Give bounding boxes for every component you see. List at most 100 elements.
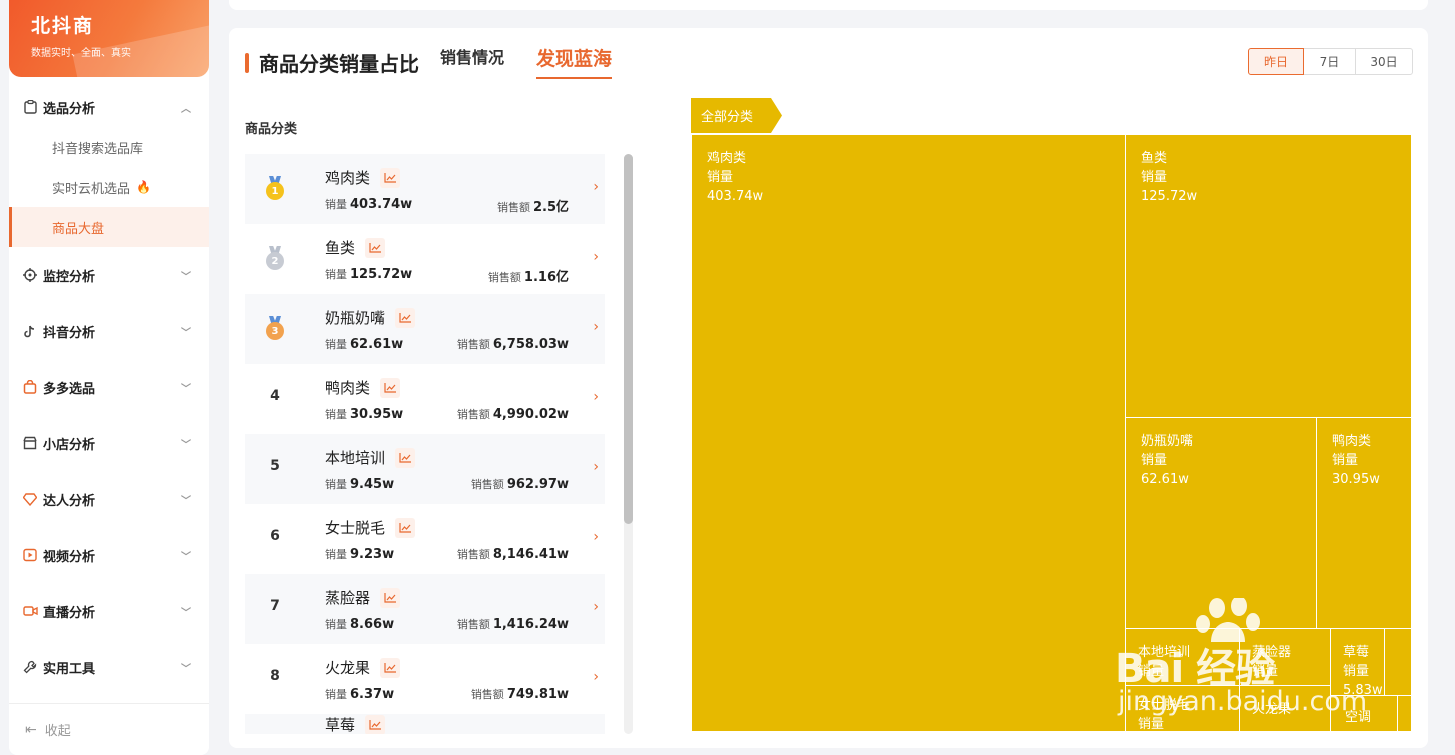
nav-group-tools[interactable]: 实用工具 ﹀ [9, 639, 209, 695]
rank-number: 4 [270, 388, 280, 404]
chevron-right-icon[interactable]: › [593, 319, 599, 335]
chevron-right-icon[interactable]: › [593, 389, 599, 405]
nav-group-duoduo[interactable]: 多多选品 ﹀ [9, 359, 209, 415]
nav-group-label: 小店分析 [43, 437, 96, 453]
sales-volume: 销量 6.37w [325, 687, 395, 702]
treemap-cell[interactable]: 草莓 销量 5.83w [1330, 628, 1385, 696]
rank-number: 6 [270, 528, 280, 544]
card-title: 商品分类销量占比 [245, 48, 419, 77]
nav-group-label: 多多选品 [43, 381, 96, 397]
gold-medal-icon: 1 [266, 176, 284, 200]
chevron-right-icon[interactable]: › [593, 459, 599, 475]
trend-chart-icon[interactable] [365, 237, 386, 258]
treemap-cell[interactable]: 鸡肉类 销量 403.74w [691, 134, 1126, 732]
scrollbar-thumb[interactable] [624, 154, 633, 524]
card-title-text: 商品分类销量占比 [259, 52, 419, 76]
silver-medal-icon: 2 [266, 246, 284, 270]
chevron-right-icon[interactable]: › [593, 599, 599, 615]
list-item[interactable]: 3 奶瓶奶嘴 销量 62.61w 销售额 6,758.03w › [245, 294, 605, 364]
collapse-button[interactable]: ⇤ 收起 [9, 703, 209, 755]
trend-chart-icon[interactable] [380, 587, 401, 608]
rank-number: 8 [270, 668, 280, 684]
treemap-cell[interactable]: 女士脱毛 销量 [1125, 685, 1240, 732]
shopping-bag-icon [22, 379, 38, 395]
list-scrollbar[interactable] [624, 154, 633, 734]
chevron-right-icon[interactable]: › [593, 179, 599, 195]
list-item[interactable]: 草莓 [245, 714, 605, 734]
chevron-right-icon[interactable]: › [593, 249, 599, 265]
treemap-breadcrumb[interactable]: 全部分类 [691, 98, 782, 133]
nav-group-monitor[interactable]: 监控分析 ﹀ [9, 247, 209, 303]
category-name: 草莓 [325, 714, 386, 734]
list-item[interactable]: 4 鸭肉类 销量 30.95w 销售额 4,990.02w › [245, 364, 605, 434]
sidebar-item-search-library[interactable]: 抖音搜索选品库 [9, 127, 209, 167]
category-name: 鱼类 [325, 237, 386, 258]
treemap-cell[interactable]: 火龙果 [1239, 685, 1331, 732]
trend-chart-icon[interactable] [395, 447, 416, 468]
brand-banner[interactable]: 北抖商 数据实时、全面、真实 [9, 0, 209, 77]
camera-icon [22, 603, 38, 619]
treemap-cell[interactable] [1397, 695, 1412, 732]
nav-group-store[interactable]: 小店分析 ﹀ [9, 415, 209, 471]
category-treemap: 鸡肉类 销量 403.74w 鱼类 销量 125.72w 奶瓶奶嘴 销量 62.61w 鸭肉… [691, 134, 1412, 732]
sales-amount: 销售额 1.16亿 [487, 270, 569, 285]
sales-amount: 销售额 6,758.03w [456, 337, 569, 352]
nav-group-live[interactable]: 直播分析 ﹀ [9, 583, 209, 639]
chevron-down-icon: ﹀ [181, 439, 191, 451]
category-name: 蒸脸器 [325, 587, 401, 608]
chevron-right-icon[interactable]: › [593, 529, 599, 545]
sales-volume: 销量 403.74w [325, 197, 413, 212]
brand-title: 北抖商 [31, 15, 95, 37]
chevron-right-icon[interactable]: › [593, 669, 599, 685]
title-accent-bar [245, 52, 249, 73]
trend-chart-icon[interactable] [365, 714, 386, 734]
treemap-cell[interactable]: 本地培训 销量 [1125, 628, 1240, 686]
list-item[interactable]: 7 蒸脸器 销量 8.66w 销售额 1,416.24w › [245, 574, 605, 644]
list-item[interactable]: 8 火龙果 销量 6.37w 销售额 749.81w › [245, 644, 605, 714]
list-item[interactable]: 5 本地培训 销量 9.45w 销售额 962.97w › [245, 434, 605, 504]
nav-group-influencer[interactable]: 达人分析 ﹀ [9, 471, 209, 527]
trend-chart-icon[interactable] [380, 377, 401, 398]
range-30d-button[interactable]: 30日 [1355, 48, 1413, 75]
trend-chart-icon[interactable] [395, 307, 416, 328]
nav-group-label: 视频分析 [43, 549, 96, 565]
trend-chart-icon[interactable] [380, 657, 401, 678]
sales-amount: 销售额 2.5亿 [496, 200, 569, 215]
treemap-cell[interactable]: 鸭肉类 销量 30.95w [1316, 417, 1412, 629]
list-item[interactable]: 2 鱼类 销量 125.72w 销售额 1.16亿 › [245, 224, 605, 294]
treemap-cell[interactable] [1384, 628, 1412, 696]
tab-blue-ocean[interactable]: 发现蓝海 [536, 44, 613, 79]
chevron-down-icon: ﹀ [181, 327, 191, 339]
collapse-label: 收起 [44, 724, 71, 739]
top-card [229, 0, 1428, 10]
treemap-cell[interactable]: 鱼类 销量 125.72w [1125, 134, 1412, 418]
fire-icon: 🔥 [136, 180, 151, 194]
chevron-down-icon: ﹀ [181, 607, 191, 619]
chevron-down-icon: ﹀ [181, 551, 191, 563]
nav-group-selection[interactable]: 选品分析 ︿ [9, 87, 209, 127]
treemap-cell[interactable]: 空调 [1330, 695, 1398, 732]
diamond-icon [22, 491, 38, 507]
range-yesterday-button[interactable]: 昨日 [1248, 48, 1304, 75]
trend-chart-icon[interactable] [395, 517, 416, 538]
chevron-down-icon: ﹀ [181, 495, 191, 507]
sales-amount: 销售额 1,416.24w [456, 617, 569, 632]
sales-amount: 销售额 8,146.41w [456, 547, 569, 562]
list-item[interactable]: 1 鸡肉类 销量 403.74w 销售额 2.5亿 › [245, 154, 605, 224]
category-name: 鸭肉类 [325, 377, 401, 398]
treemap-cell[interactable]: 奶瓶奶嘴 销量 62.61w [1125, 417, 1317, 629]
video-play-icon [22, 547, 38, 563]
nav-group-douyin[interactable]: 抖音分析 ﹀ [9, 303, 209, 359]
sidebar-item-realtime-cloud[interactable]: 实时云机选品 🔥 [9, 167, 209, 207]
treemap-cell[interactable]: 蒸脸器 销量 [1239, 628, 1331, 686]
range-7d-button[interactable]: 7日 [1303, 48, 1356, 75]
sidebar-item-product-market[interactable]: 商品大盘 [9, 207, 209, 247]
category-name: 火龙果 [325, 657, 401, 678]
tab-sales[interactable]: 销售情况 [440, 44, 504, 68]
sidebar-item-label: 实时云机选品 [52, 181, 131, 197]
list-item[interactable]: 6 女士脱毛 销量 9.23w 销售额 8,146.41w › [245, 504, 605, 574]
trend-chart-icon[interactable] [380, 167, 401, 188]
nav-group-video[interactable]: 视频分析 ﹀ [9, 527, 209, 583]
nav-group-label: 实用工具 [43, 661, 96, 677]
chevron-down-icon: ﹀ [181, 271, 191, 283]
